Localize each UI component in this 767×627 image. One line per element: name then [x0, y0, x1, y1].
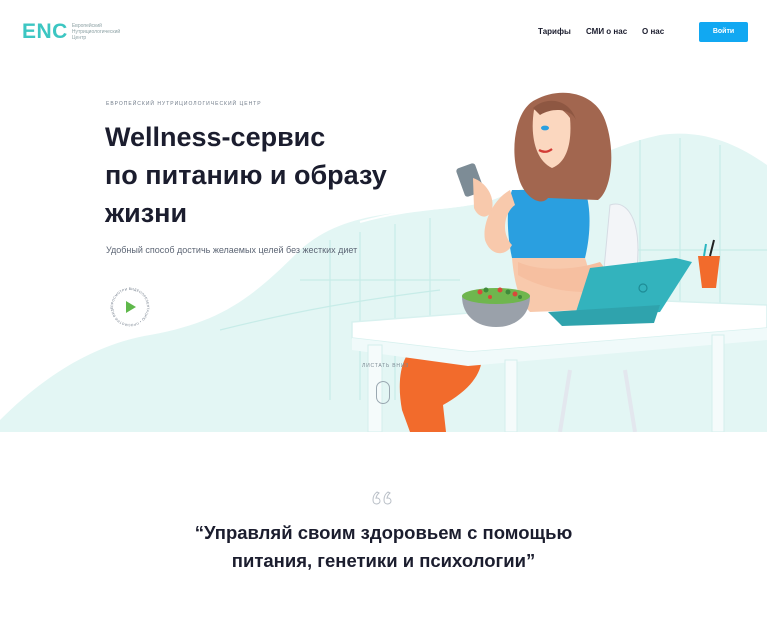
- logo-text: Европейский Нутрициологический Центр: [71, 23, 121, 41]
- mouse-scroll-icon[interactable]: [376, 381, 390, 404]
- quote-text: “Управляй своим здоровьем с помощью пита…: [0, 519, 767, 575]
- headline-line: жизни: [105, 198, 188, 228]
- site-header: ENC Европейский Нутрициологический Центр…: [0, 0, 767, 64]
- nav-link-about[interactable]: О нас: [642, 27, 664, 36]
- video-play-button[interactable]: ПРОСМОТРИ ВИДЕОПРЕЗЕНТАЦИЮ • ПРОСМОТРИ В…: [106, 282, 152, 329]
- login-button[interactable]: Войти: [699, 22, 748, 42]
- quote-line: “Управляй своим здоровьем с помощью: [194, 522, 573, 543]
- nav-link-press[interactable]: СМИ о нас: [586, 27, 627, 36]
- headline-line: Wellness-сервис: [105, 122, 326, 152]
- nav-link-tariffs[interactable]: Тарифы: [538, 27, 571, 36]
- hero-subtitle: Удобный способ достичь желаемых целей бе…: [106, 245, 358, 255]
- headline-line: по питанию и образу: [105, 160, 387, 190]
- hero-section: ЕВРОПЕЙСКИЙ НУТРИЦИОЛОГИЧЕСКИЙ ЦЕНТР Wel…: [0, 64, 767, 432]
- scroll-hint: ЛИСТАТЬ ВНИЗ: [362, 363, 410, 369]
- hero-kicker: ЕВРОПЕЙСКИЙ НУТРИЦИОЛОГИЧЕСКИЙ ЦЕНТР: [106, 101, 262, 107]
- quote-marks-icon: [372, 491, 392, 505]
- logo-mark: ENC: [22, 20, 68, 43]
- quote-line: питания, генетики и психологии”: [231, 550, 536, 571]
- logo[interactable]: ENC Европейский Нутрициологический Центр: [22, 20, 120, 44]
- play-icon: ПРОСМОТРИ ВИДЕОПРЕЗЕНТАЦИЮ • ПРОСМОТРИ В…: [106, 282, 151, 328]
- hero-headline: Wellness-сервис по питанию и образу жизн…: [105, 118, 425, 232]
